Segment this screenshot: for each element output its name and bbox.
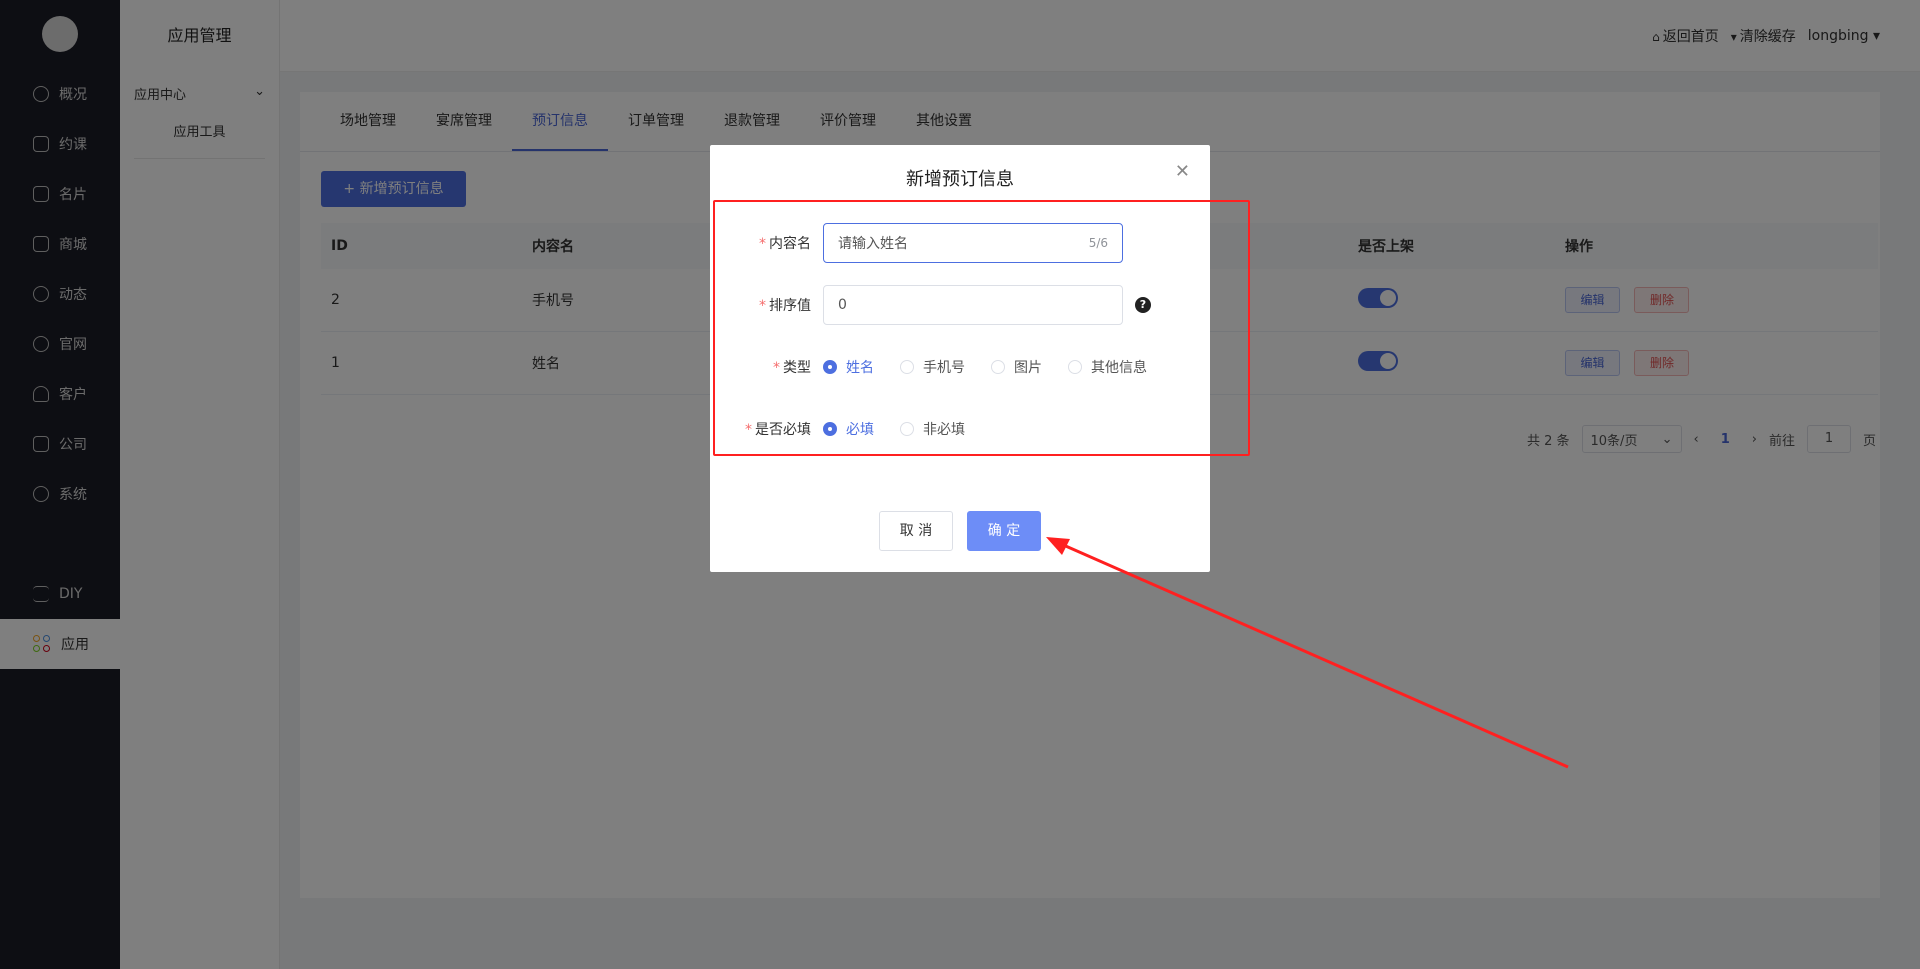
annotation-highlight-box bbox=[713, 200, 1250, 456]
cancel-button[interactable]: 取 消 bbox=[879, 511, 953, 551]
confirm-button[interactable]: 确 定 bbox=[967, 511, 1041, 551]
dialog-title: 新增预订信息 bbox=[906, 169, 1014, 190]
close-icon[interactable]: ✕ bbox=[1175, 161, 1190, 182]
